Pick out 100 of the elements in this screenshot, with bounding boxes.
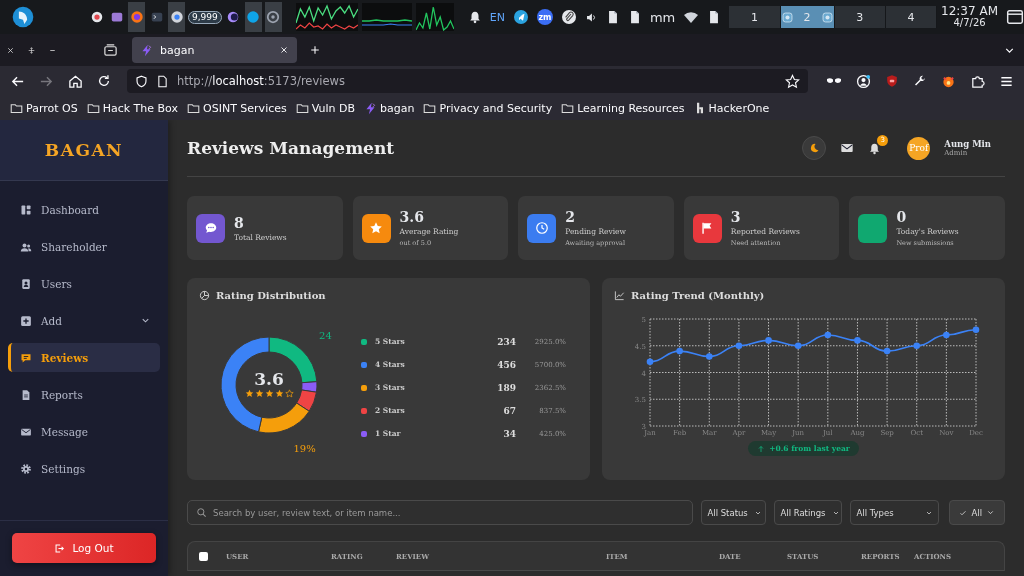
paperclip-icon[interactable]: [560, 9, 577, 25]
window-icon[interactable]: [1006, 8, 1024, 26]
search-icon: [196, 507, 207, 518]
tab-list-button[interactable]: [103, 42, 118, 58]
filter-button[interactable]: All: [949, 500, 1005, 525]
workspace-tab[interactable]: 4: [885, 6, 938, 28]
star-icon[interactable]: [785, 73, 800, 89]
sidebar-item[interactable]: Users: [8, 269, 160, 298]
star-icon: [274, 388, 284, 398]
search-field[interactable]: Search by user, review text, or item name...: [187, 500, 694, 525]
wifi-icon[interactable]: [683, 9, 700, 25]
app-logo: BAGAN: [44, 140, 124, 160]
address-bar[interactable]: http://localhost:5173/reviews: [127, 69, 808, 93]
folder-icon: [187, 101, 200, 115]
reload-button[interactable]: [97, 74, 111, 88]
star-icon: [284, 388, 294, 398]
bookmark[interactable]: Learning Resources: [561, 101, 685, 115]
logout-button[interactable]: Log Out: [12, 533, 156, 563]
workspace-tab[interactable]: 3: [834, 6, 886, 28]
pie-chart-icon: [199, 290, 210, 301]
keyboard-layout[interactable]: EN: [489, 10, 505, 24]
data-point: [943, 331, 950, 339]
logout-icon: [54, 542, 66, 554]
bookmark[interactable]: Hack The Box: [86, 101, 178, 115]
data-point: [794, 342, 802, 350]
workspace-tab[interactable]: 1: [729, 6, 781, 28]
app-icon[interactable]: zm: [536, 9, 553, 25]
legend-count: 189: [497, 382, 516, 393]
line-chart-icon: [614, 290, 625, 301]
card-title: Rating Distribution: [216, 290, 326, 301]
data-point: [676, 347, 683, 355]
data-point: [854, 337, 861, 344]
data-point: [913, 342, 921, 350]
legend-count: 67: [503, 405, 516, 416]
usage-graph: [295, 3, 358, 31]
data-point: [646, 358, 654, 366]
id-card-icon: [20, 277, 32, 290]
bookmark[interactable]: bagan: [364, 101, 415, 115]
moon-icon: [808, 142, 821, 154]
close-icon[interactable]: [279, 45, 289, 55]
theme-toggle[interactable]: [802, 136, 827, 160]
account-button[interactable]: [856, 73, 871, 89]
star-icon: [264, 388, 274, 398]
chat-bubble-icon: [203, 221, 218, 235]
slice-label: 19%: [293, 442, 316, 454]
app-icon[interactable]: [89, 10, 104, 24]
stat-value: 2: [565, 209, 576, 225]
app-icon[interactable]: [226, 10, 241, 24]
browser-tab[interactable]: bagan: [132, 37, 297, 63]
stat-value: 3.6: [399, 209, 425, 225]
app-icon[interactable]: [169, 10, 184, 24]
sidebar-item[interactable]: Reviews: [8, 343, 160, 372]
bookmark[interactable]: Vuln DB: [295, 101, 356, 115]
bell-icon[interactable]: [467, 10, 482, 24]
move-button[interactable]: [27, 45, 36, 55]
filter-dropdown[interactable]: All Status: [701, 500, 767, 525]
launcher-icon[interactable]: [12, 6, 34, 28]
data-point: [972, 326, 980, 333]
page-icon: [156, 74, 169, 88]
dashboard-icon: [20, 203, 32, 216]
clock-date[interactable]: 4/7/26: [953, 18, 986, 29]
chevron-down-icon: [986, 508, 995, 517]
filter-dropdown[interactable]: All Types: [850, 500, 940, 525]
select-all-checkbox[interactable]: [199, 551, 208, 561]
bookmark[interactable]: HackerOne: [693, 101, 770, 115]
sidebar-item[interactable]: Settings: [8, 454, 160, 483]
plus-icon: [20, 314, 32, 327]
bookmark[interactable]: Privacy and Security: [423, 101, 553, 115]
window-icon: [780, 10, 794, 24]
data-point: [765, 337, 772, 344]
sidebar-item[interactable]: Reports: [8, 380, 160, 409]
extensions-button[interactable]: [970, 73, 985, 89]
folder-icon: [86, 101, 100, 115]
notifications-button[interactable]: [868, 141, 882, 155]
arrow-up-icon: [757, 444, 766, 453]
sidebar-item[interactable]: Message: [8, 417, 160, 446]
bookmark[interactable]: Parrot OS: [10, 101, 78, 115]
bookmark[interactable]: OSINT Services: [187, 101, 287, 115]
document-icon: [20, 388, 32, 401]
data-point: [705, 353, 713, 360]
close-button[interactable]: [6, 45, 15, 55]
filter-dropdown[interactable]: All Ratings: [774, 500, 843, 525]
average-rating: 3.6: [254, 368, 284, 389]
sidebar-item[interactable]: Add: [8, 306, 160, 335]
paper-plane-icon[interactable]: [512, 9, 529, 25]
sidebar-item[interactable]: Dashboard: [8, 195, 160, 224]
data-point: [883, 347, 891, 355]
clock-time[interactable]: 12:37 AM: [941, 5, 998, 19]
usage-graph: [415, 3, 454, 31]
wrench-button[interactable]: [913, 74, 927, 88]
shield-icon: [135, 74, 148, 88]
home-button[interactable]: [68, 73, 83, 89]
data-point: [735, 342, 743, 350]
sidebar-item[interactable]: Shareholder: [8, 232, 160, 261]
data-point: [824, 331, 832, 339]
legend-count: 34: [503, 428, 516, 439]
mail-button[interactable]: [840, 141, 855, 155]
new-tab-button[interactable]: [309, 44, 321, 56]
tray-label[interactable]: mm: [649, 9, 676, 25]
extension-button[interactable]: [885, 74, 899, 88]
